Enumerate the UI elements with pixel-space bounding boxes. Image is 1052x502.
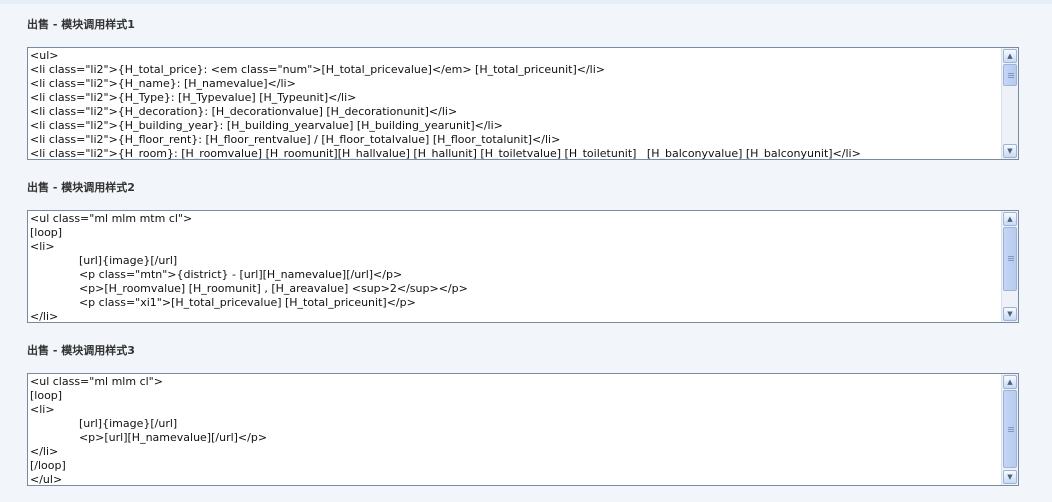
template-code-textarea[interactable]: <ul> <li class="li2">{H_total_price}: <e… xyxy=(27,47,1019,160)
scroll-down-icon[interactable]: ▼ xyxy=(1003,307,1017,321)
panel-title: 出售 - 模块调用样式2 xyxy=(27,181,135,194)
top-rule xyxy=(0,0,1052,4)
template-code-content: <ul class="ml mlm cl"> [loop] <li> [url]… xyxy=(30,375,268,485)
panel-title: 出售 - 模块调用样式1 xyxy=(27,18,135,31)
vertical-scrollbar[interactable]: ▲ ▼ xyxy=(1001,374,1018,485)
scroll-up-icon[interactable]: ▲ xyxy=(1003,49,1017,63)
scroll-up-icon[interactable]: ▲ xyxy=(1003,375,1017,389)
vertical-scrollbar[interactable]: ▲ ▼ xyxy=(1001,211,1018,322)
panel-title: 出售 - 模块调用样式3 xyxy=(27,344,135,357)
scroll-thumb[interactable] xyxy=(1003,390,1017,468)
vertical-scrollbar[interactable]: ▲ ▼ xyxy=(1001,48,1018,159)
scroll-thumb[interactable] xyxy=(1003,227,1017,291)
template-code-content: <ul class="ml mlm mtm cl"> [loop] <li> [… xyxy=(30,212,468,322)
template-code-content: <ul> <li class="li2">{H_total_price}: <e… xyxy=(30,49,861,159)
scroll-thumb[interactable] xyxy=(1003,64,1017,86)
template-code-textarea[interactable]: <ul class="ml mlm mtm cl"> [loop] <li> [… xyxy=(27,210,1019,323)
scroll-down-icon[interactable]: ▼ xyxy=(1003,470,1017,484)
scroll-down-icon[interactable]: ▼ xyxy=(1003,144,1017,158)
scroll-up-icon[interactable]: ▲ xyxy=(1003,212,1017,226)
template-code-textarea[interactable]: <ul class="ml mlm cl"> [loop] <li> [url]… xyxy=(27,373,1019,486)
